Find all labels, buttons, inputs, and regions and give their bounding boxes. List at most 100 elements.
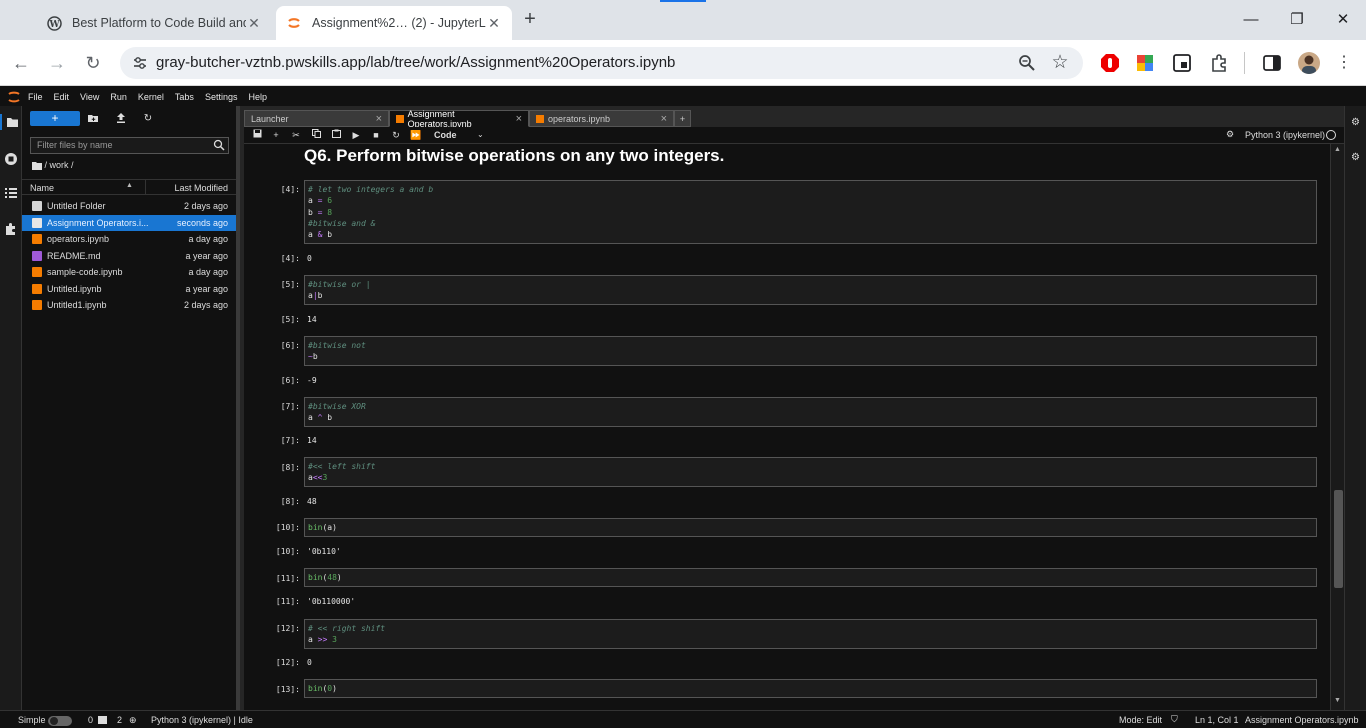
close-icon[interactable]: × [661,113,667,125]
cell-output: 14 [307,315,317,324]
tab-assignment-operators[interactable]: Assignment Operators.ipynb × [389,109,529,129]
folder-icon[interactable] [0,114,22,130]
kernel-count[interactable]: 2 [117,715,122,725]
site-settings-icon[interactable] [132,55,148,71]
terminal-count[interactable]: 0 [88,715,93,725]
code-cell[interactable]: #bitwise or | a|b [304,275,1317,305]
menu-help[interactable]: Help [248,92,267,102]
new-folder-icon[interactable] [86,112,100,126]
minimize-button[interactable]: — [1228,8,1274,32]
menu-settings[interactable]: Settings [205,92,238,102]
menu-view[interactable]: View [80,92,99,102]
copy-icon[interactable] [309,129,323,142]
breadcrumb[interactable]: / work / [32,160,74,170]
cell-type-select[interactable]: Code [434,130,457,140]
new-launcher-button[interactable]: + [30,111,80,126]
debugger-icon[interactable]: ⚙ [1351,152,1360,163]
name-column-header[interactable]: Name [30,183,54,193]
file-list-item[interactable]: Untitled1.ipynb 2 days ago [22,297,236,313]
file-list-item[interactable]: sample-code.ipynb a day ago [22,264,236,280]
cursor-position[interactable]: Ln 1, Col 1 [1195,715,1239,725]
back-arrow-icon[interactable]: ← [8,50,34,76]
stop-icon[interactable]: ■ [369,129,383,142]
code-token: (a) [322,523,337,532]
notebook-icon [536,114,544,123]
running-kernels-icon[interactable] [4,152,18,166]
save-icon[interactable] [250,129,264,142]
chevron-down-icon[interactable]: ⌄ [477,130,484,139]
menu-edit[interactable]: Edit [54,92,70,102]
extension-manager-icon[interactable] [4,222,18,236]
paste-icon[interactable] [329,129,343,142]
code-cell[interactable]: bin(48) [304,568,1317,587]
color-extension-icon[interactable] [1136,54,1154,72]
property-inspector-icon[interactable]: ⚙ [1351,117,1360,128]
menu-tabs[interactable]: Tabs [175,92,194,102]
file-list-item[interactable]: Assignment Operators.i... seconds ago [22,214,236,231]
upload-icon[interactable] [114,112,128,126]
bookmark-star-icon[interactable]: ☆ [1050,51,1070,73]
menu-kernel[interactable]: Kernel [138,92,164,102]
browser-tab-active[interactable]: Assignment%2… (2) - JupyterLa ✕ [276,6,512,40]
last-modified-column-header[interactable]: Last Modified [174,183,228,193]
code-cell[interactable]: # let two integers a and b a = 6 b = 8 #… [304,180,1317,244]
avatar[interactable] [1298,52,1320,74]
close-icon[interactable]: × [376,113,382,125]
tab-launcher[interactable]: Launcher × [244,110,389,127]
adblock-extension-icon[interactable] [1100,53,1120,73]
zoom-icon[interactable] [1018,54,1036,72]
kebab-menu-icon[interactable]: ⋮ [1336,52,1352,74]
forward-arrow-icon[interactable]: → [44,50,70,76]
close-window-button[interactable]: ✕ [1320,8,1366,32]
column-divider [145,180,146,194]
wordpress-icon: W [46,15,62,31]
code-cell[interactable]: # << right shift a >> 3 [304,619,1317,649]
gear-icon[interactable]: ⚙ [1226,129,1234,140]
scroll-up-icon[interactable]: ▲ [1334,146,1341,153]
side-panel-icon[interactable] [1263,54,1281,72]
browser-tab-inactive[interactable]: W Best Platform to Code Build and ✕ [36,6,272,40]
simple-mode-toggle[interactable] [48,716,72,726]
close-icon[interactable]: ✕ [246,15,262,32]
reload-icon[interactable]: ↻ [80,50,106,76]
run-icon[interactable]: ▶ [349,129,363,142]
notebook-scrollbar[interactable]: ▲ ▼ [1330,144,1344,710]
file-list-item[interactable]: Untitled Folder 2 days ago [22,198,236,214]
code-cell[interactable]: #bitwise not ~b [304,336,1317,366]
refresh-icon[interactable]: ↻ [141,112,155,126]
menu-run[interactable]: Run [110,92,127,102]
kernel-name[interactable]: Python 3 (ipykernel) [1245,130,1325,140]
new-tab-button[interactable]: + [520,9,540,30]
add-tab-button[interactable]: + [674,110,691,127]
file-list-item[interactable]: README.md a year ago [22,248,236,264]
tab-operators[interactable]: operators.ipynb × [529,110,674,127]
maximize-button[interactable]: ❐ [1274,8,1320,32]
file-list-item[interactable]: operators.ipynb a day ago [22,231,236,247]
url-text[interactable]: gray-butcher-vztnb.pwskills.app/lab/tree… [156,47,675,79]
close-icon[interactable]: × [516,113,522,125]
cut-icon[interactable]: ✂ [289,129,303,142]
insert-cell-icon[interactable]: + [269,129,283,142]
filter-files-input[interactable]: Filter files by name [30,137,229,154]
code-cell[interactable]: bin(0) [304,679,1317,698]
extensions-puzzle-icon[interactable] [1209,53,1229,73]
folder-icon[interactable] [32,161,42,170]
address-bar[interactable]: gray-butcher-vztnb.pwskills.app/lab/tree… [120,47,1083,79]
close-icon[interactable]: ✕ [486,15,502,32]
breadcrumb-path[interactable]: / work / [45,160,74,170]
code-cell[interactable]: #<< left shift a<<3 [304,457,1317,487]
code-cell[interactable]: bin(a) [304,518,1317,537]
kernel-status-text[interactable]: Python 3 (ipykernel) | Idle [151,715,253,725]
file-list-item[interactable]: Untitled.ipynb a year ago [22,281,236,297]
scroll-down-icon[interactable]: ▼ [1334,697,1341,704]
sort-ascending-icon[interactable]: ▲ [126,182,133,189]
restart-icon[interactable]: ↻ [389,129,403,142]
code-cell[interactable]: #bitwise XOR a ^ b [304,397,1317,427]
output-prompt: [11]: [275,597,300,606]
restart-run-all-icon[interactable]: ⏩ [409,129,423,142]
screenshot-extension-icon[interactable] [1173,54,1191,72]
scrollbar-thumb[interactable] [1334,490,1343,588]
menu-file[interactable]: File [28,92,43,102]
table-of-contents-icon[interactable] [4,186,18,200]
tab-label: Launcher [251,113,289,124]
